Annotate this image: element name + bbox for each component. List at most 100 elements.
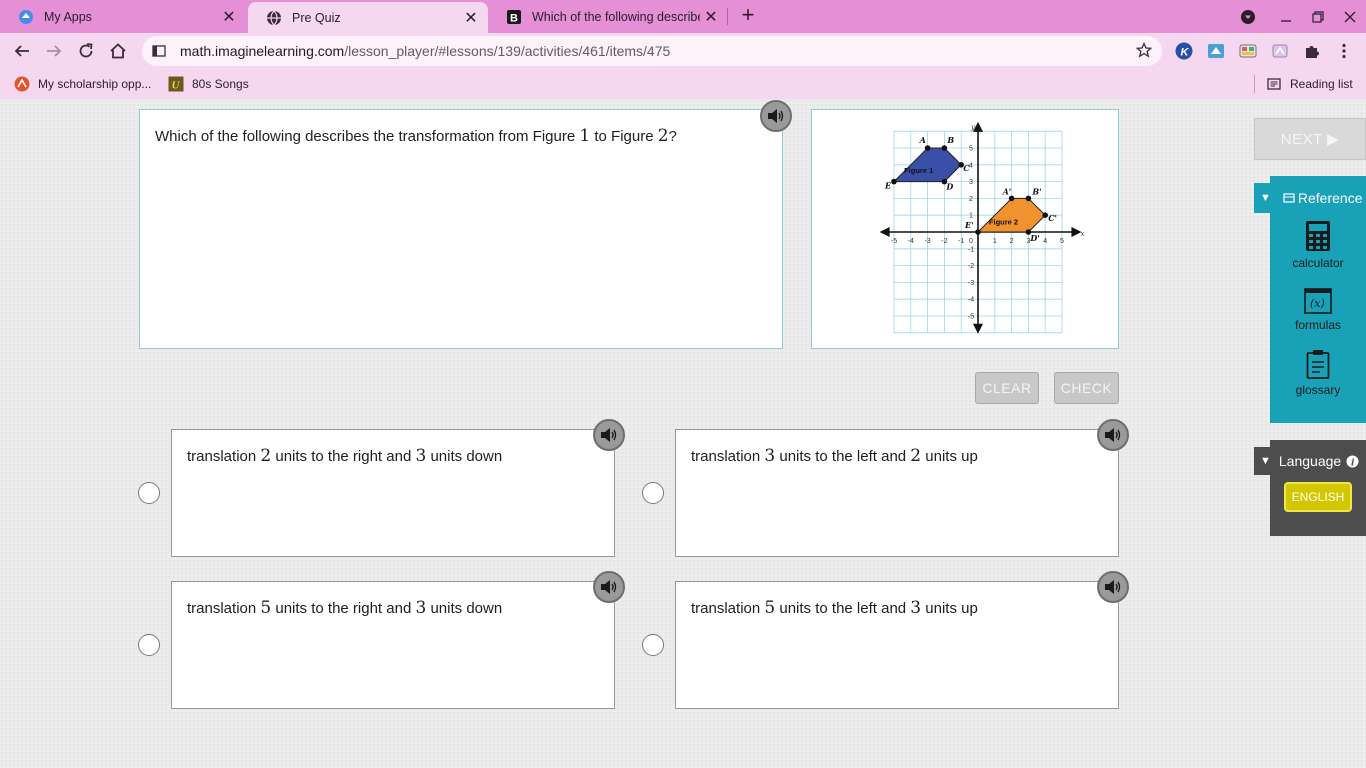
drive-extension-icon[interactable] (1207, 42, 1225, 60)
reference-toggle[interactable]: ▼ Reference (1254, 183, 1366, 213)
answer-text-part: units up (921, 600, 978, 617)
answer-choice-4[interactable]: translation 5 units to the left and 3 un… (675, 581, 1119, 709)
answer-text: translation 3 units to the left and 2 un… (691, 446, 978, 466)
new-tab-button[interactable]: + (736, 4, 760, 28)
vertex-point (891, 178, 897, 185)
answer-text-part: units down (426, 600, 503, 617)
vertex-label: B' (1031, 186, 1041, 196)
answer-text-part: units to the left and (775, 600, 911, 617)
lesson-player: Which of the following describes the tra… (0, 99, 1366, 768)
u-bookmark-icon: U (168, 76, 184, 92)
speaker-icon (601, 580, 617, 594)
x-axis-label: x (1080, 230, 1084, 238)
close-icon[interactable]: ✕ (460, 8, 482, 28)
calculator-tool[interactable]: calculator (1270, 220, 1366, 270)
formulas-tool[interactable]: (x) formulas (1270, 288, 1366, 332)
minimize-icon[interactable] (1274, 0, 1298, 33)
answer-number: 5 (260, 598, 272, 618)
check-button[interactable]: CHECK (1054, 372, 1119, 404)
browser-toolbar: math.imaginelearning.com/lesson_player/#… (0, 33, 1366, 69)
tab-my-apps[interactable]: My Apps ✕ (0, 0, 246, 33)
speaker-icon (1105, 580, 1121, 594)
address-bar[interactable]: math.imaginelearning.com/lesson_player/#… (142, 36, 1162, 66)
answer-audio-button-3[interactable] (593, 571, 625, 603)
bookmark-80s-songs[interactable]: U 80s Songs (168, 76, 249, 92)
bookmark-scholarship[interactable]: My scholarship opp... (14, 76, 151, 92)
answer-radio-1[interactable] (138, 482, 160, 504)
close-icon[interactable]: ✕ (218, 7, 240, 27)
answer-choice-3[interactable]: translation 5 units to the right and 3 u… (171, 581, 615, 709)
english-language-button[interactable]: ENGLISH (1284, 482, 1352, 512)
reading-list-label: Reading list (1290, 77, 1353, 91)
reload-button[interactable] (74, 39, 98, 63)
answer-text-part: translation (691, 448, 765, 465)
reading-list-button[interactable]: Reading list (1266, 76, 1353, 92)
answer-number: 5 (764, 598, 776, 618)
tab-title: Pre Quiz (292, 10, 341, 25)
globe-icon (266, 10, 282, 26)
info-icon[interactable]: i (1346, 455, 1359, 468)
glossary-tool[interactable]: glossary (1270, 349, 1366, 397)
puzzle-extensions-icon[interactable] (1303, 42, 1321, 60)
read-extension-icon[interactable] (1271, 42, 1289, 60)
window-close-icon[interactable] (1338, 0, 1362, 33)
answer-choice-2[interactable]: translation 3 units to the left and 2 un… (675, 429, 1119, 557)
glossary-label: glossary (1295, 383, 1341, 397)
vertex-label: B (946, 135, 954, 145)
x-tick-label: 4 (1043, 238, 1047, 245)
figure-2-shape-label: Figure 2 (989, 217, 1018, 226)
answer-text: translation 5 units to the left and 3 un… (691, 598, 978, 618)
answer-audio-button-2[interactable] (1097, 419, 1129, 451)
x-tick-label: -5 (891, 238, 897, 245)
answer-radio-2[interactable] (642, 482, 664, 504)
answer-audio-button-1[interactable] (593, 419, 625, 451)
figure-1-shape-label: Figure 1 (904, 166, 933, 175)
answer-text-part: units to the right and (271, 600, 416, 617)
calculator-icon (1270, 220, 1366, 252)
answer-choice-1[interactable]: translation 2 units to the right and 3 u… (171, 429, 615, 557)
x-tick-label: -3 (924, 238, 930, 245)
y-tick-label: -4 (968, 297, 974, 304)
speaker-icon (601, 428, 617, 442)
tab-brainly[interactable]: B Which of the following describes ✕ (488, 0, 728, 33)
answer-audio-button-4[interactable] (1097, 571, 1129, 603)
next-button[interactable]: NEXT ▶ (1254, 118, 1366, 160)
speaker-icon (768, 109, 784, 123)
answer-radio-3[interactable] (138, 634, 160, 656)
vertex-point (924, 145, 931, 151)
photos-extension-icon[interactable] (1239, 42, 1257, 60)
x-axis-arrow-left (879, 227, 890, 237)
forward-button[interactable] (42, 39, 66, 63)
back-button[interactable] (10, 39, 34, 63)
vertex-label: C (963, 163, 970, 173)
y-tick-label: 2 (969, 196, 973, 203)
bookmark-divider (1254, 75, 1255, 93)
x-tick-label: -1 (958, 238, 964, 245)
restore-icon[interactable] (1306, 0, 1330, 33)
page-info-icon[interactable] (152, 44, 172, 58)
k-extension-icon[interactable]: K (1175, 42, 1193, 60)
answer-text-part: units to the left and (775, 448, 911, 465)
answer-radio-4[interactable] (642, 634, 664, 656)
tab-search-icon[interactable] (1236, 0, 1260, 33)
bookmark-label: 80s Songs (192, 77, 249, 91)
y-tick-label: 5 (969, 146, 973, 153)
answer-number: 3 (764, 446, 776, 466)
y-tick-label: -5 (968, 314, 974, 321)
y-tick-label: 1 (969, 213, 973, 220)
question-text-part: Which of the following describes the tra… (155, 128, 580, 145)
home-icon (110, 43, 126, 59)
y-tick-label: -1 (968, 246, 974, 253)
clear-button[interactable]: CLEAR (975, 372, 1039, 404)
home-button[interactable] (106, 39, 130, 63)
menu-icon[interactable] (1335, 42, 1353, 60)
tab-pre-quiz[interactable]: Pre Quiz ✕ (248, 2, 488, 33)
answer-text-part: translation (187, 448, 261, 465)
vertex-point (941, 145, 948, 151)
question-audio-button[interactable] (760, 100, 792, 132)
language-toggle[interactable]: ▼ Language i (1254, 447, 1366, 475)
bookmark-star-icon[interactable] (1135, 41, 1153, 61)
tab-separator (727, 8, 728, 25)
close-icon[interactable]: ✕ (700, 7, 722, 27)
formulas-label: formulas (1294, 318, 1341, 332)
